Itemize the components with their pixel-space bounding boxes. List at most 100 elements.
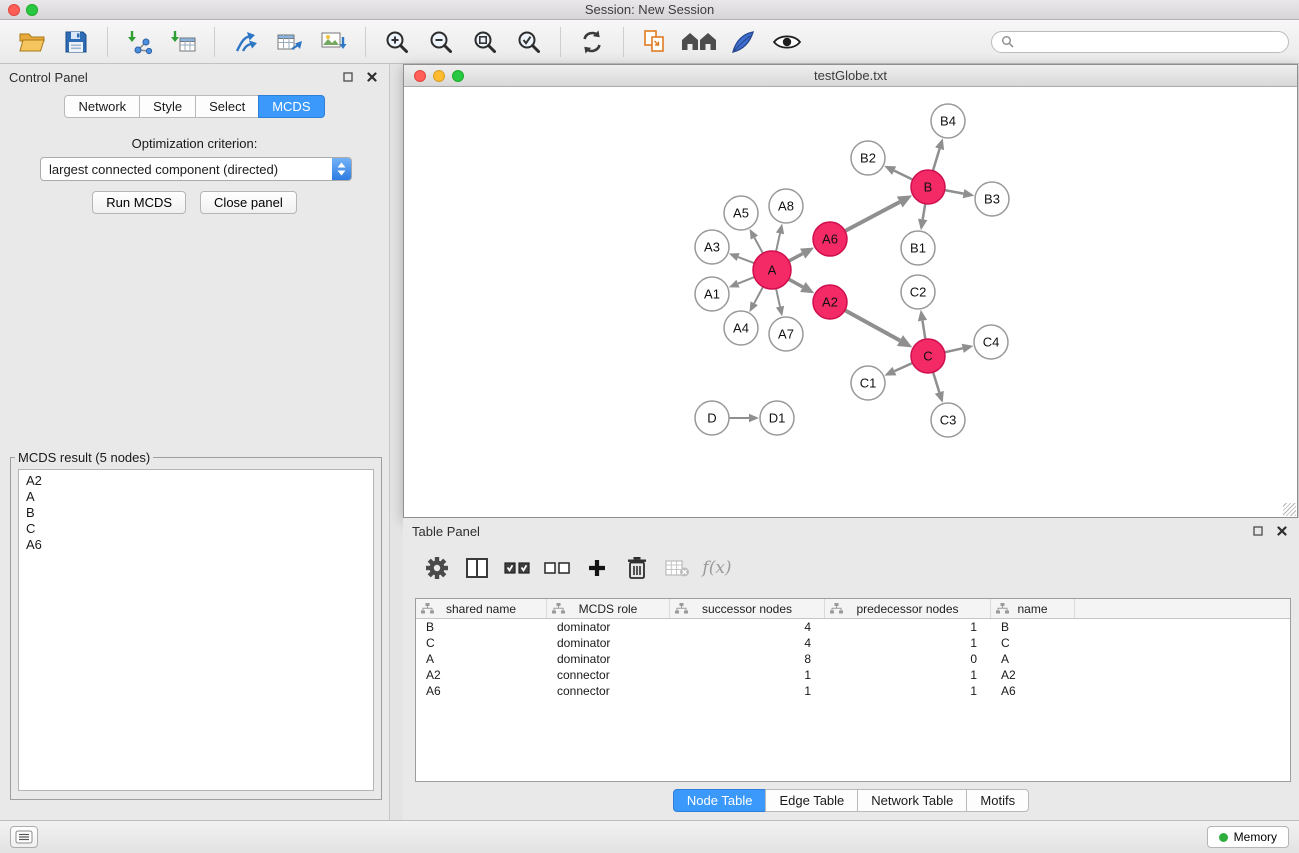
tab-style[interactable]: Style	[139, 95, 196, 118]
graph-edge-C-C2[interactable]	[922, 321, 925, 340]
table-panel-header: Table Panel	[403, 518, 1299, 544]
graph-edge-A-A5[interactable]	[754, 238, 763, 254]
column-header-shared-name[interactable]: shared name	[416, 599, 547, 618]
zoom-out-button[interactable]	[422, 24, 460, 60]
tab-network-table[interactable]: Network Table	[857, 789, 967, 812]
tab-node-table[interactable]: Node Table	[673, 789, 767, 812]
mcds-result-item[interactable]: A6	[26, 537, 366, 553]
show-columns-button[interactable]	[457, 549, 497, 587]
import-network-button[interactable]	[120, 24, 158, 60]
open-session-button[interactable]	[13, 24, 51, 60]
clone-network-button[interactable]	[227, 24, 265, 60]
tab-motifs[interactable]: Motifs	[966, 789, 1029, 812]
mcds-result-item[interactable]: A	[26, 489, 366, 505]
tab-mcds[interactable]: MCDS	[258, 95, 324, 118]
close-panel-push-button[interactable]: Close panel	[200, 191, 297, 214]
table-settings-button[interactable]	[417, 549, 457, 587]
node-table: shared nameMCDS rolesuccessor nodesprede…	[415, 598, 1291, 782]
mcds-result-list[interactable]: A2ABCA6	[18, 469, 374, 791]
style-brush-button[interactable]	[724, 24, 762, 60]
close-view-button[interactable]	[414, 70, 426, 82]
graph-edge-A6-B[interactable]	[845, 202, 900, 231]
resize-grip[interactable]	[1283, 503, 1296, 516]
control-panel-buttons: Run MCDS Close panel	[0, 191, 389, 214]
graph-edge-B-B1[interactable]	[923, 204, 926, 220]
column-header-MCDS-role[interactable]: MCDS role	[547, 599, 670, 618]
minimize-view-button[interactable]	[433, 70, 445, 82]
network-window-titlebar[interactable]: testGlobe.txt	[404, 65, 1297, 87]
plus-icon	[587, 558, 607, 578]
table-row[interactable]: Bdominator41B	[416, 619, 1290, 635]
column-header-predecessor-nodes[interactable]: predecessor nodes	[825, 599, 991, 618]
create-column-button[interactable]	[577, 549, 617, 587]
column-header-name[interactable]: name	[991, 599, 1075, 618]
graph-edge-B-B2[interactable]	[894, 171, 913, 180]
columns-icon	[465, 557, 489, 579]
graph-edge-B-B3[interactable]	[945, 190, 964, 194]
close-panel-button[interactable]	[363, 69, 380, 86]
run-mcds-button[interactable]: Run MCDS	[92, 191, 186, 214]
table-cell: 1	[670, 667, 825, 683]
graph-edge-B-B4[interactable]	[933, 149, 940, 171]
table-cell: A2	[991, 667, 1075, 683]
graph-edge-A-A4[interactable]	[754, 287, 763, 304]
mcds-result-item[interactable]: C	[26, 521, 366, 537]
unselect-all-columns-button[interactable]	[537, 549, 577, 587]
mcds-result-item[interactable]: B	[26, 505, 366, 521]
clear-table-button[interactable]	[657, 549, 697, 587]
graph-edge-A-A3[interactable]	[738, 257, 754, 263]
table-row[interactable]: Cdominator41C	[416, 635, 1290, 651]
status-bar: Memory	[0, 820, 1299, 853]
graph-node-label: A3	[704, 240, 720, 255]
table-panel-title: Table Panel	[412, 524, 480, 539]
float-panel-button[interactable]	[339, 69, 356, 86]
network-canvas[interactable]: B4B2BB3A8A5A6A3B1AC2A1A2A4A7C4CC1C3DD1	[404, 87, 1297, 517]
tab-network[interactable]: Network	[64, 95, 140, 118]
float-table-panel-button[interactable]	[1249, 523, 1266, 540]
copy-annotations-button[interactable]	[636, 24, 674, 60]
graph-edge-A-A8[interactable]	[776, 233, 780, 251]
select-all-columns-button[interactable]	[497, 549, 537, 587]
optimization-criterion-dropdown[interactable]: largest connected component (directed)	[40, 157, 352, 181]
memory-button[interactable]: Memory	[1207, 826, 1289, 848]
graph-node-label: C	[923, 349, 932, 364]
graph-edge-A-A7[interactable]	[776, 289, 780, 307]
zoom-selected-button[interactable]	[510, 24, 548, 60]
table-row[interactable]: A2connector11A2	[416, 667, 1290, 683]
graph-edge-A-A6[interactable]	[789, 254, 803, 261]
show-details-button[interactable]	[768, 24, 806, 60]
float-icon	[343, 72, 353, 82]
home-view-button[interactable]	[680, 24, 718, 60]
function-builder-button[interactable]: f(x)	[697, 549, 737, 587]
add-network-table-button[interactable]	[271, 24, 309, 60]
graph-edge-C-C3[interactable]	[933, 372, 939, 392]
zoom-view-button[interactable]	[452, 70, 464, 82]
table-cell: A6	[416, 683, 547, 699]
graph-edge-A2-C[interactable]	[845, 310, 900, 340]
column-header-successor-nodes[interactable]: successor nodes	[670, 599, 825, 618]
close-table-panel-button[interactable]	[1273, 523, 1290, 540]
table-row[interactable]: Adominator80A	[416, 651, 1290, 667]
zoom-fit-button[interactable]	[466, 24, 504, 60]
table-row[interactable]: A6connector11A6	[416, 683, 1290, 699]
graph-edge-A-A2[interactable]	[789, 279, 803, 287]
delete-column-button[interactable]	[617, 549, 657, 587]
search-input[interactable]	[1019, 35, 1279, 49]
eye-icon	[772, 31, 802, 53]
graph-edge-C-C1[interactable]	[894, 363, 912, 371]
edge-arrowhead	[749, 414, 759, 422]
graph-edge-A-A1[interactable]	[738, 277, 754, 284]
export-image-button[interactable]	[315, 24, 353, 60]
import-network-icon	[125, 29, 153, 55]
close-window-button[interactable]	[8, 4, 20, 16]
zoom-in-button[interactable]	[378, 24, 416, 60]
mcds-result-item[interactable]: A2	[26, 473, 366, 489]
graph-edge-C-C4[interactable]	[945, 348, 963, 352]
refresh-view-button[interactable]	[573, 24, 611, 60]
zoom-window-button[interactable]	[26, 4, 38, 16]
tab-edge-table[interactable]: Edge Table	[765, 789, 858, 812]
tab-select[interactable]: Select	[195, 95, 259, 118]
task-history-button[interactable]	[10, 826, 38, 848]
save-session-button[interactable]	[57, 24, 95, 60]
import-table-button[interactable]	[164, 24, 202, 60]
